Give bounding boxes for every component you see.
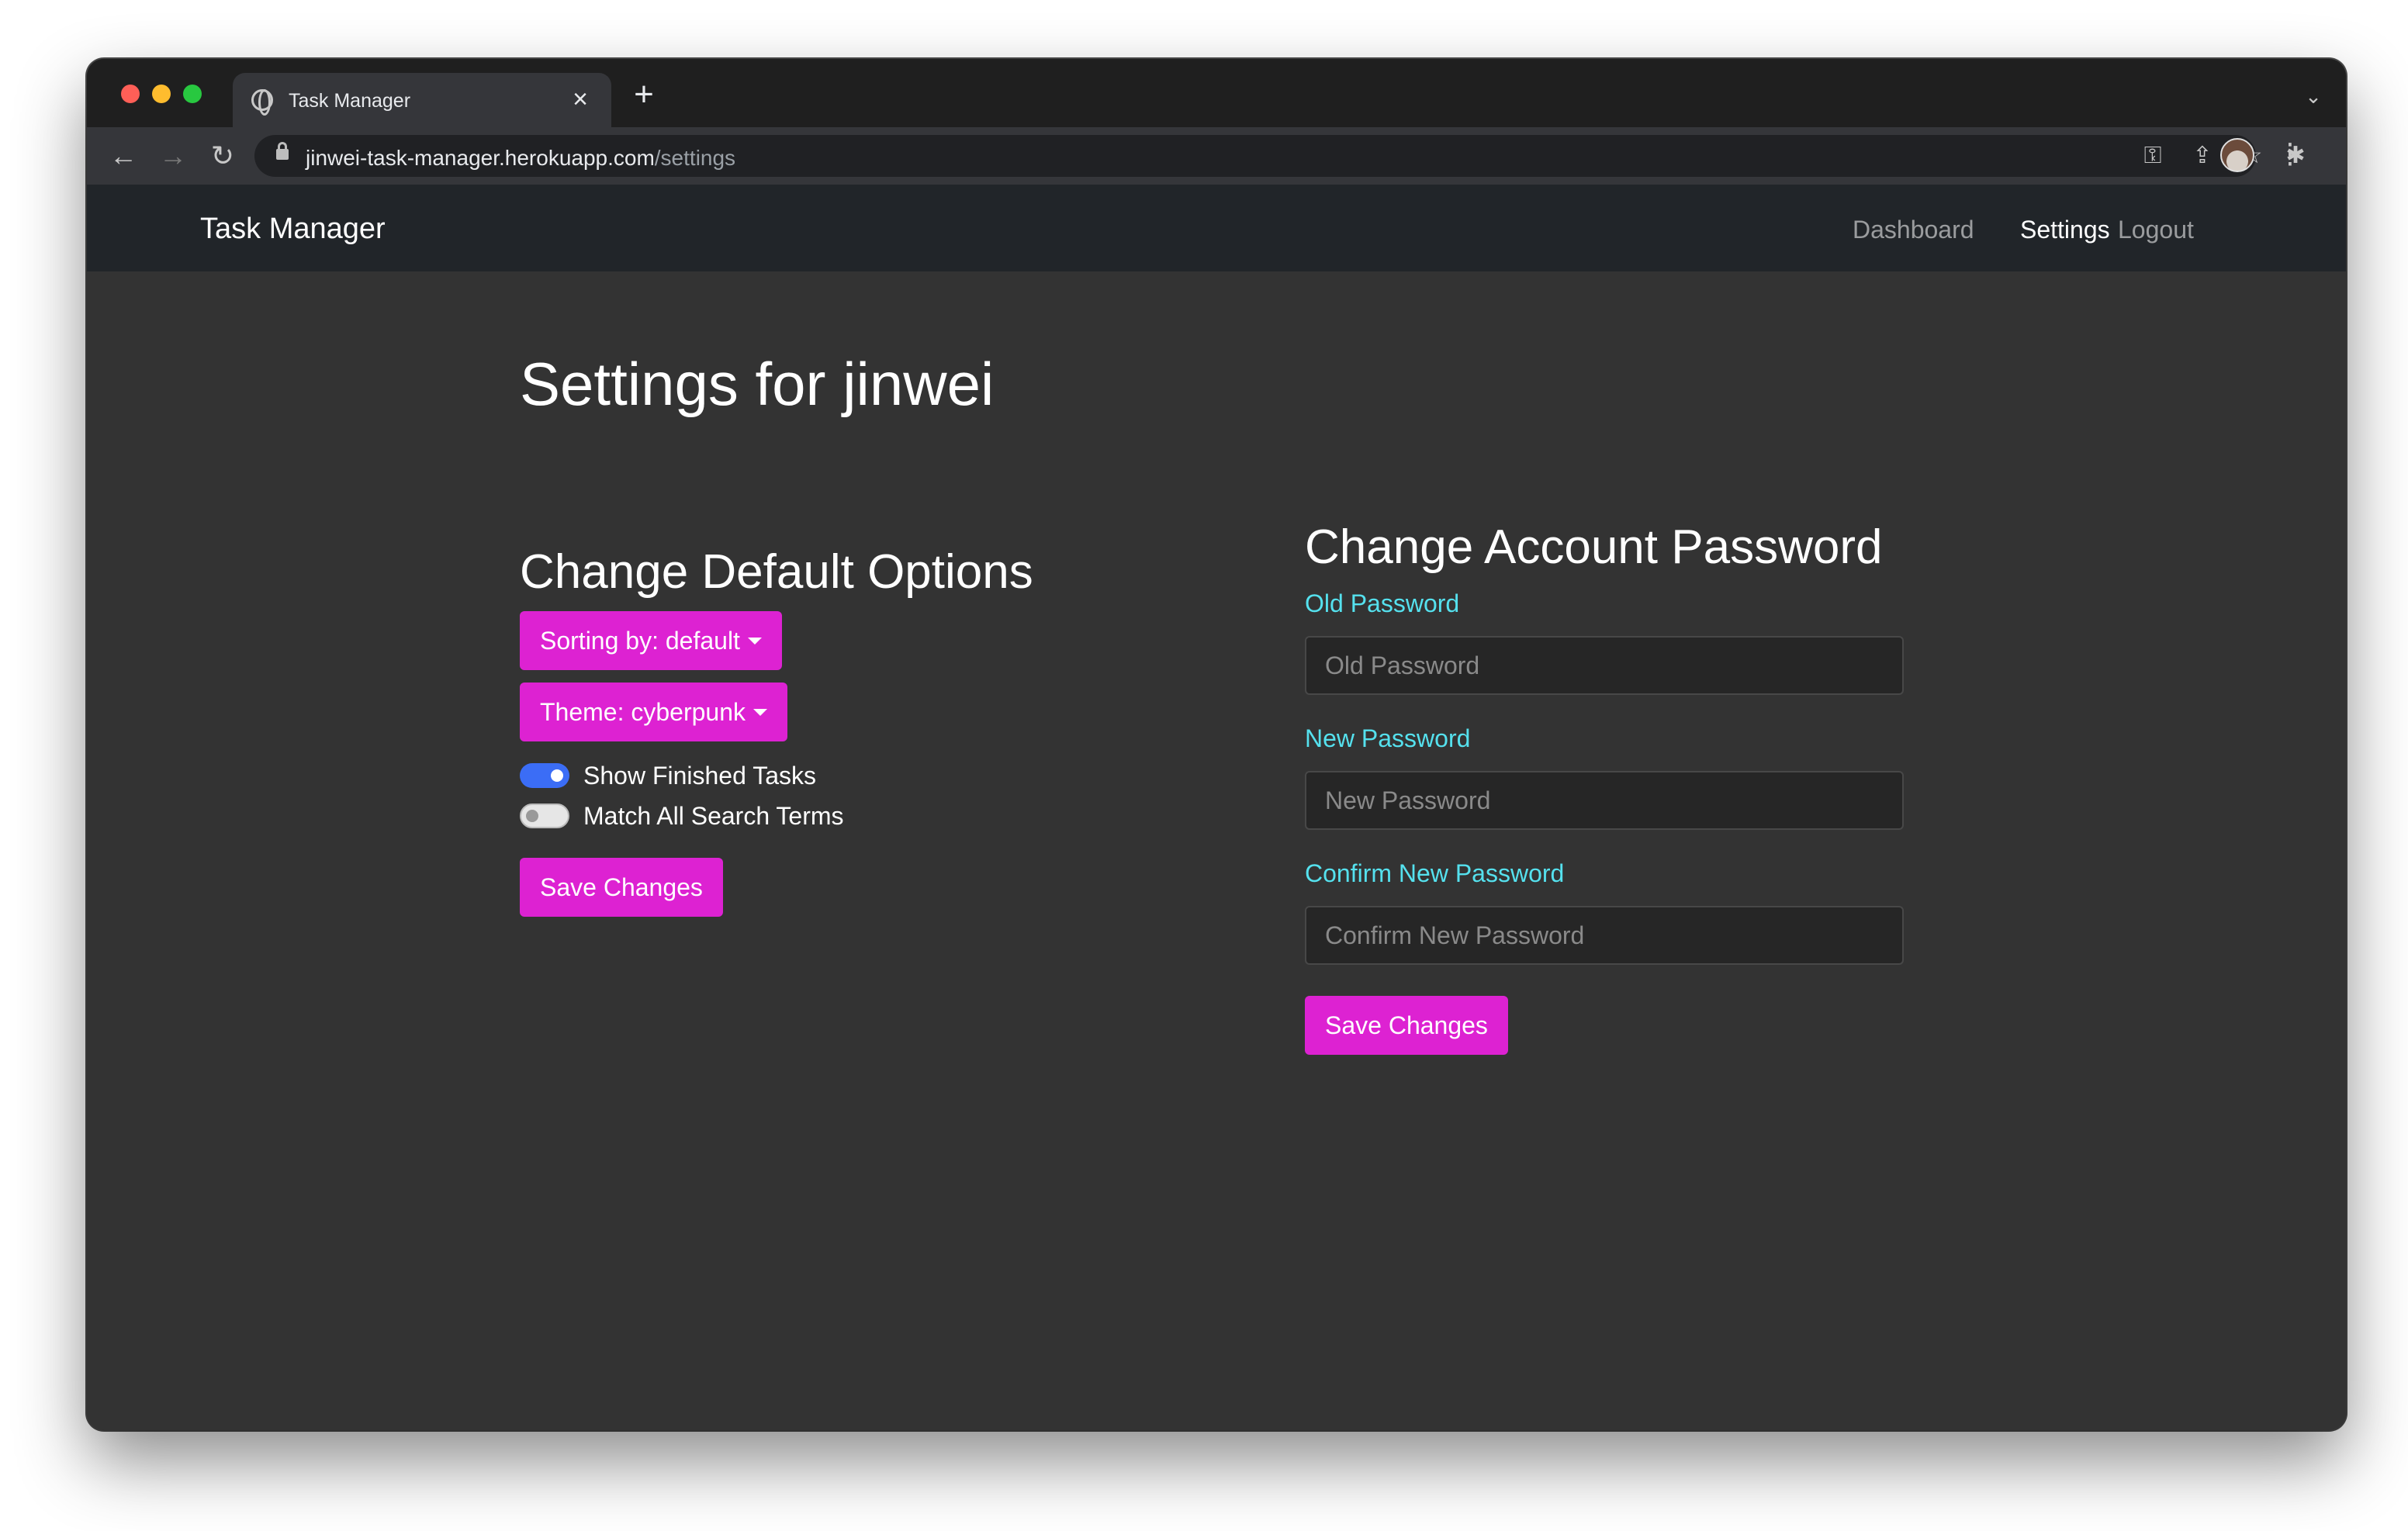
caret-down-icon <box>753 709 768 716</box>
navbar-brand[interactable]: Task Manager <box>200 213 386 246</box>
nav-link-logout[interactable]: Logout <box>2118 216 2194 244</box>
back-icon[interactable]: ← <box>106 138 141 174</box>
caret-down-icon <box>747 638 762 645</box>
page-title: Settings for jinwei <box>520 350 995 418</box>
new-password-input[interactable] <box>1305 771 1904 830</box>
share-icon[interactable]: ⇪ <box>2185 138 2220 174</box>
forward-icon[interactable]: → <box>155 138 191 174</box>
theme-dropdown-button[interactable]: Theme: cyberpunk <box>520 683 788 741</box>
close-window-icon[interactable] <box>121 85 140 103</box>
confirm-password-label: Confirm New Password <box>1305 859 1565 887</box>
browser-toolbar: ← → ↻ jinwei-task-manager.herokuapp.com/… <box>87 127 2346 185</box>
new-tab-icon[interactable]: + <box>625 78 663 115</box>
url-text[interactable]: jinwei-task-manager.herokuapp.com/settin… <box>306 146 735 171</box>
browser-window: Task Manager × + ⌄ ← → ↻ jinwei-task-man… <box>87 59 2346 1430</box>
show-finished-tasks-label: Show Finished Tasks <box>583 762 816 790</box>
minimize-window-icon[interactable] <box>152 85 171 103</box>
default-options-heading: Change Default Options <box>520 545 1033 599</box>
browser-menu-icon[interactable]: ⋮ <box>2276 137 2304 172</box>
change-password-heading: Change Account Password <box>1305 520 1883 574</box>
confirm-password-input[interactable] <box>1305 906 1904 965</box>
app-navbar: Task Manager Dashboard Settings Logout <box>87 185 2346 271</box>
reload-icon[interactable]: ↻ <box>205 138 240 174</box>
lock-icon[interactable] <box>276 142 289 160</box>
theme-dropdown-label: Theme: cyberpunk <box>540 698 746 726</box>
tab-strip: Task Manager × + ⌄ <box>87 59 2346 127</box>
new-password-label: New Password <box>1305 724 1471 752</box>
nav-link-dashboard[interactable]: Dashboard <box>1853 216 1974 244</box>
save-defaults-button[interactable]: Save Changes <box>520 858 723 917</box>
nav-link-settings[interactable]: Settings <box>2020 216 2110 244</box>
profile-avatar[interactable] <box>2220 138 2254 172</box>
match-all-search-terms-label: Match All Search Terms <box>583 802 844 830</box>
tab-title: Task Manager <box>289 90 411 112</box>
show-finished-tasks-toggle[interactable] <box>520 763 569 788</box>
globe-icon <box>251 89 273 116</box>
key-icon[interactable]: ⚿ <box>2135 138 2171 174</box>
old-password-input[interactable] <box>1305 636 1904 695</box>
maximize-window-icon[interactable] <box>183 85 202 103</box>
page-content: Task Manager Dashboard Settings Logout S… <box>87 185 2346 1430</box>
sorting-dropdown-label: Sorting by: default <box>540 627 740 655</box>
sorting-dropdown-button[interactable]: Sorting by: default <box>520 611 782 670</box>
save-password-button[interactable]: Save Changes <box>1305 996 1508 1055</box>
address-bar[interactable]: jinwei-task-manager.herokuapp.com/settin… <box>254 135 2262 177</box>
tab-close-icon[interactable]: × <box>565 84 596 115</box>
tab-search-icon[interactable]: ⌄ <box>2299 82 2327 110</box>
browser-tab[interactable]: Task Manager × <box>233 73 611 127</box>
match-all-search-terms-toggle[interactable] <box>520 804 569 828</box>
old-password-label: Old Password <box>1305 589 1460 617</box>
